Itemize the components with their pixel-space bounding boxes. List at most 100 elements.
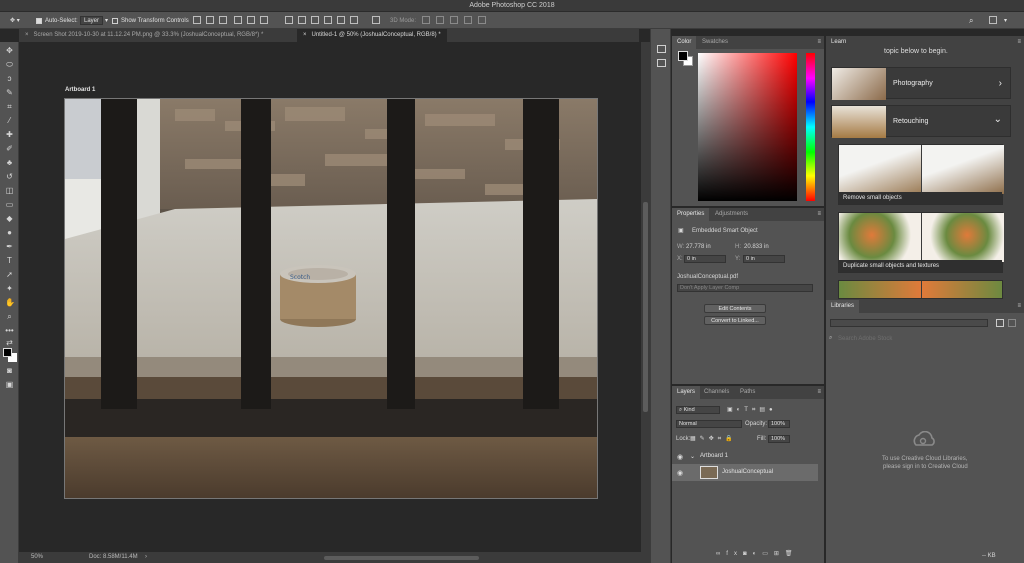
visibility-eye-icon[interactable]: ◉ bbox=[677, 469, 683, 477]
width-value[interactable]: 27.778 in bbox=[686, 244, 711, 250]
3d-scale-icon[interactable] bbox=[478, 16, 486, 24]
panel-menu-icon[interactable]: ≡ bbox=[817, 211, 821, 217]
layer-actions-icons[interactable]: ∞fx◙◐▭⊞🗑 bbox=[716, 550, 799, 557]
expand-chevron-icon[interactable]: ⌄ bbox=[690, 453, 695, 460]
tutorial-remove-small-objects[interactable]: Remove small objects bbox=[838, 144, 1004, 205]
align-right-icon[interactable] bbox=[260, 16, 268, 24]
list-view-icon[interactable] bbox=[1008, 319, 1016, 327]
3d-pan-icon[interactable] bbox=[450, 16, 458, 24]
height-value[interactable]: 20.833 in bbox=[744, 244, 769, 250]
align-center-icon[interactable] bbox=[247, 16, 255, 24]
crop-tool-icon[interactable]: ⌗ bbox=[5, 102, 14, 111]
align-left-icon[interactable] bbox=[234, 16, 242, 24]
tab-paths[interactable]: Paths bbox=[735, 386, 760, 399]
quick-mask-icon[interactable]: ◙ bbox=[5, 366, 14, 375]
align-top-icon[interactable] bbox=[193, 16, 201, 24]
eraser-tool-icon[interactable]: ◫ bbox=[5, 186, 14, 195]
align-bottom-icon[interactable] bbox=[219, 16, 227, 24]
auto-align-icon[interactable] bbox=[372, 16, 380, 24]
shape-tool-icon[interactable]: ✦ bbox=[5, 284, 14, 293]
stock-search-input[interactable]: Search Adobe Stock bbox=[838, 336, 892, 342]
tutorial-duplicate-objects[interactable]: Duplicate small objects and textures bbox=[838, 212, 1004, 273]
horizontal-scroll-thumb[interactable] bbox=[324, 556, 479, 560]
distribute-bottom-icon[interactable] bbox=[311, 16, 319, 24]
default-colors-icon[interactable]: ⇄ bbox=[5, 338, 14, 347]
eyedropper-tool-icon[interactable]: ⁄ bbox=[5, 116, 14, 125]
grid-view-icon[interactable] bbox=[996, 319, 1004, 327]
tab-adjustments[interactable]: Adjustments bbox=[710, 208, 753, 221]
distribute-top-icon[interactable] bbox=[285, 16, 293, 24]
marquee-tool-icon[interactable]: ⬭ bbox=[5, 60, 14, 69]
more-tools-icon[interactable]: ••• bbox=[5, 326, 14, 335]
hue-slider[interactable] bbox=[806, 53, 815, 201]
move-tool-icon[interactable]: ✥ bbox=[5, 46, 14, 55]
blend-mode-select[interactable]: Normal bbox=[676, 420, 742, 428]
tab-screenshot-document[interactable]: × Screen Shot 2019-10-30 at 11.12.24 PM.p… bbox=[19, 29, 269, 42]
properties-icon[interactable] bbox=[657, 59, 666, 67]
workspace-icon[interactable] bbox=[989, 16, 997, 24]
dodge-tool-icon[interactable]: ● bbox=[5, 228, 14, 237]
blur-tool-icon[interactable]: ◆ bbox=[5, 214, 14, 223]
layer-comp-select[interactable]: Don't Apply Layer Comp bbox=[677, 284, 813, 292]
history-icon[interactable] bbox=[657, 45, 666, 53]
close-icon[interactable]: × bbox=[25, 32, 29, 38]
stamp-tool-icon[interactable]: ♣ bbox=[5, 158, 14, 167]
tab-untitled-document[interactable]: × Untitled-1 @ 50% (JoshualConceptual, RG… bbox=[297, 29, 447, 42]
workspace-dropdown-icon[interactable]: ▾ bbox=[1004, 16, 1007, 25]
distribute-middle-icon[interactable] bbox=[298, 16, 306, 24]
convert-to-linked-button[interactable]: Convert to Linked... bbox=[704, 316, 766, 325]
auto-select-checkbox[interactable]: Auto-Select: bbox=[36, 16, 78, 25]
doc-size[interactable]: Doc: 8.58M/11.4M bbox=[89, 554, 138, 560]
3d-orbit-icon[interactable] bbox=[422, 16, 430, 24]
foreground-color-swatch[interactable] bbox=[3, 348, 12, 357]
panel-menu-icon[interactable]: ≡ bbox=[1017, 39, 1021, 45]
tutorial-next[interactable] bbox=[838, 280, 1003, 299]
zoom-tool-icon[interactable]: ⌕ bbox=[5, 312, 14, 321]
artboard-image[interactable]: Scotch bbox=[64, 98, 598, 499]
quick-select-tool-icon[interactable]: ✎ bbox=[5, 88, 14, 97]
panel-menu-icon[interactable]: ≡ bbox=[1017, 303, 1021, 309]
layer-filter-icons[interactable]: ▣◐T⌗▤● bbox=[727, 406, 777, 414]
tab-layers[interactable]: Layers bbox=[672, 386, 701, 399]
zoom-level[interactable]: 50% bbox=[31, 554, 43, 560]
fill-input[interactable]: 100% bbox=[768, 435, 790, 443]
tab-swatches[interactable]: Swatches bbox=[697, 36, 733, 49]
hand-tool-icon[interactable]: ✋ bbox=[5, 298, 15, 307]
search-icon[interactable]: ⌕ bbox=[969, 16, 973, 25]
close-icon[interactable]: × bbox=[303, 32, 307, 38]
screen-mode-icon[interactable]: ▣ bbox=[5, 380, 14, 389]
gradient-tool-icon[interactable]: ▭ bbox=[5, 200, 14, 209]
topic-retouching[interactable]: Retouching ⌄ bbox=[831, 105, 1011, 138]
distribute-left-icon[interactable] bbox=[324, 16, 332, 24]
tab-color[interactable]: Color bbox=[672, 36, 697, 49]
y-input[interactable]: 0 in bbox=[743, 255, 785, 263]
lasso-tool-icon[interactable]: ↄ bbox=[5, 74, 14, 83]
panel-menu-icon[interactable]: ≡ bbox=[817, 389, 821, 395]
history-brush-tool-icon[interactable]: ↺ bbox=[5, 172, 14, 181]
show-transform-checkbox[interactable]: Show Transform Controls bbox=[112, 16, 189, 25]
artboard-label[interactable]: Artboard 1 bbox=[65, 87, 95, 93]
distribute-right-icon[interactable] bbox=[350, 16, 358, 24]
move-tool-icon[interactable]: ✥ ▾ bbox=[10, 16, 20, 25]
library-select[interactable] bbox=[830, 319, 988, 327]
panel-menu-icon[interactable]: ≡ bbox=[817, 39, 821, 45]
tab-libraries[interactable]: Libraries bbox=[826, 300, 860, 313]
pen-tool-icon[interactable]: ✒ bbox=[5, 242, 14, 251]
type-tool-icon[interactable]: T bbox=[5, 256, 14, 265]
opacity-input[interactable]: 100% bbox=[768, 420, 790, 428]
healing-brush-tool-icon[interactable]: ✚ bbox=[5, 130, 14, 139]
foreground-color[interactable] bbox=[678, 51, 688, 61]
auto-select-dropdown[interactable]: Layer ▾ bbox=[80, 16, 108, 25]
layer-row-artboard[interactable]: ◉ ⌄ Artboard 1 bbox=[672, 448, 818, 465]
tab-channels[interactable]: Channels bbox=[699, 386, 734, 399]
tab-learn[interactable]: Learn bbox=[826, 36, 852, 49]
3d-roll-icon[interactable] bbox=[436, 16, 444, 24]
3d-slide-icon[interactable] bbox=[464, 16, 472, 24]
align-middle-icon[interactable] bbox=[206, 16, 214, 24]
status-menu-arrow[interactable]: › bbox=[145, 554, 147, 560]
layer-row-smart-object[interactable]: ◉ JoshualConceptual bbox=[672, 464, 818, 481]
lock-icons[interactable]: ▦✎✥⌗🔒 bbox=[690, 435, 737, 443]
color-field[interactable] bbox=[698, 53, 797, 201]
path-select-tool-icon[interactable]: ➚ bbox=[5, 270, 14, 279]
vertical-scrollbar[interactable] bbox=[641, 42, 650, 552]
